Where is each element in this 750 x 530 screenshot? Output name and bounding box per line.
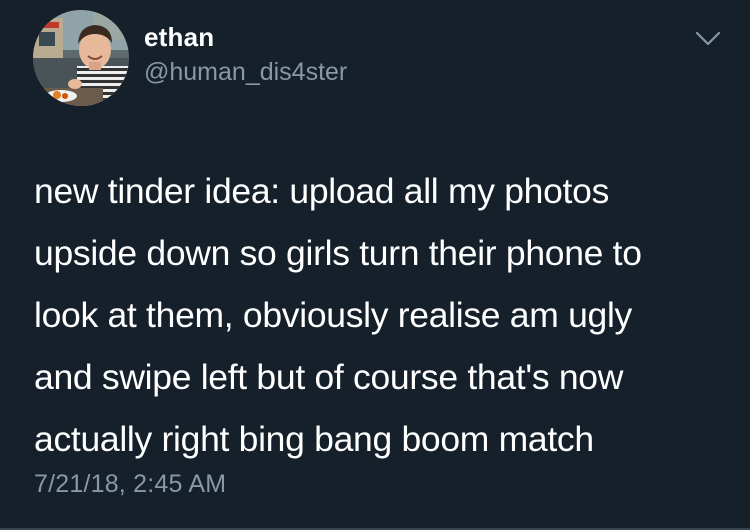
user-handle[interactable]: @human_dis4ster bbox=[144, 58, 347, 87]
display-name[interactable]: ethan bbox=[144, 22, 214, 53]
chevron-down-icon[interactable] bbox=[695, 30, 721, 48]
avatar[interactable] bbox=[33, 10, 129, 106]
tweet-timestamp[interactable]: 7/21/18, 2:45 AM bbox=[34, 470, 226, 499]
avatar-photo bbox=[33, 10, 129, 106]
tweet-text: new tinder idea: upload all my photos up… bbox=[34, 171, 642, 459]
tweet-card: ethan @human_dis4ster new tinder idea: u… bbox=[0, 0, 750, 530]
